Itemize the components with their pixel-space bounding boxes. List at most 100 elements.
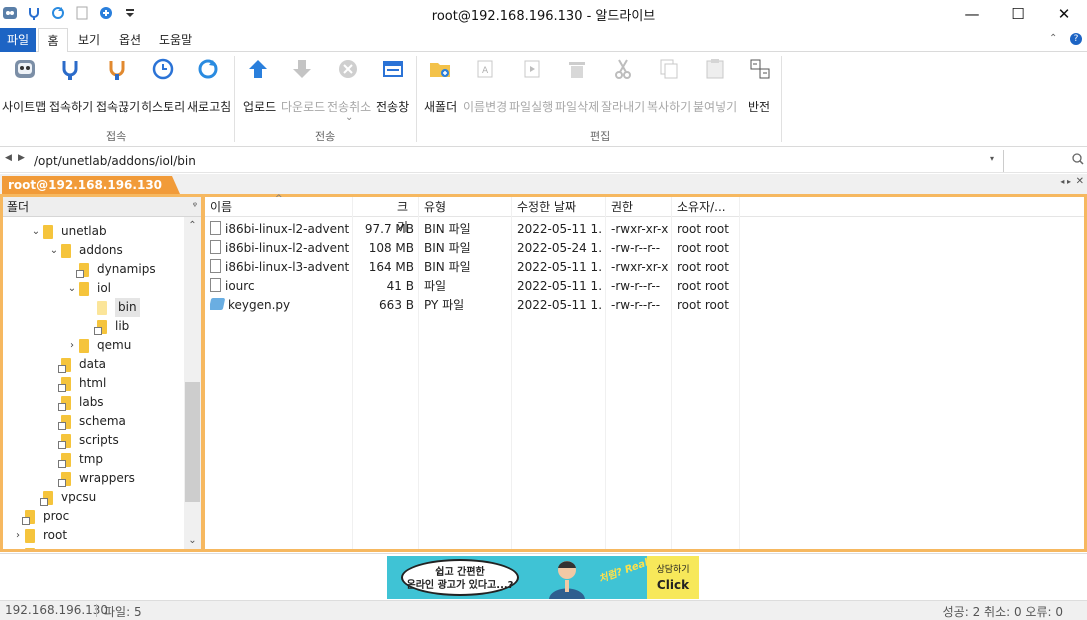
ad-banner[interactable]: 쉽고 간편한 온라인 광고가 있다고...? 처럼? Real? 상담하기 Cl… xyxy=(387,556,699,599)
cut-button[interactable]: 잘라내기 xyxy=(601,56,645,114)
pin-icon[interactable]: ᵠ xyxy=(193,197,197,217)
tree-node-labs[interactable]: labs xyxy=(47,393,104,412)
tree-node-unetlab[interactable]: ⌄ unetlab xyxy=(29,222,107,241)
tree-node-bin[interactable]: bin xyxy=(83,298,140,317)
column-name[interactable]: 이름 xyxy=(205,197,232,217)
collapse-ribbon-icon[interactable]: ⌃ xyxy=(1049,33,1057,44)
tree-scrollbar[interactable]: ⌃ ⌄ xyxy=(184,217,201,549)
file-permission: -rwxr-xr-x xyxy=(611,222,669,236)
delete-file-button[interactable]: 파일삭제 xyxy=(555,56,599,114)
ad-cta[interactable]: 상담하기 Click xyxy=(647,556,699,599)
paste-button[interactable]: 붙여넣기 xyxy=(693,56,737,114)
run-file-button[interactable]: 파일실행 xyxy=(509,56,553,114)
tab-scroll-icon[interactable]: ◂ ▸ xyxy=(1060,177,1071,186)
sitemap-icon xyxy=(12,56,38,82)
refresh-button[interactable]: 새로고침 xyxy=(187,56,231,114)
transfer-window-button[interactable]: 전송창 xyxy=(376,56,409,114)
tree-node-schema[interactable]: schema xyxy=(47,412,126,431)
tree-node-label: html xyxy=(79,376,107,390)
invert-selection-button[interactable]: 반전 xyxy=(747,56,773,114)
tree-node-root[interactable]: › root xyxy=(11,526,67,545)
history-button[interactable]: 히스토리 xyxy=(141,56,185,114)
tree-node-label: vpcsu xyxy=(61,490,97,504)
upload-button[interactable]: 업로드 xyxy=(243,56,276,114)
add-icon[interactable] xyxy=(98,5,114,21)
column-owner[interactable]: 소유자/... xyxy=(672,197,726,217)
tree-node-html[interactable]: html xyxy=(47,374,106,393)
tab-help[interactable]: 도움말 xyxy=(151,28,200,52)
python-file-icon xyxy=(210,298,226,310)
tree-node-dynamips[interactable]: dynamips xyxy=(65,260,156,279)
minimize-button[interactable]: — xyxy=(949,0,995,28)
rename-button[interactable]: A 이름변경 xyxy=(463,56,507,114)
group-label-edit: 편집 xyxy=(590,130,611,143)
file-row[interactable]: iourc 41 B 파일 2022-05-11 1... -rw-r--r-- root… xyxy=(205,277,740,296)
connect-button[interactable]: 접속하기 xyxy=(49,56,93,114)
new-folder-button[interactable]: 새폴더 xyxy=(424,56,457,114)
scroll-up-icon[interactable]: ⌃ xyxy=(184,217,201,234)
tree-node-scripts[interactable]: scripts xyxy=(47,431,119,450)
scroll-thumb[interactable] xyxy=(185,382,200,502)
session-tab[interactable]: root@192.168.196.130 xyxy=(2,176,181,194)
file-permission: -rw-r--r-- xyxy=(611,298,661,312)
paste-icon xyxy=(702,56,728,82)
file-row[interactable]: i86bi-linux-l3-advent... 164 MB BIN 파일 2022… xyxy=(205,258,740,277)
column-permission[interactable]: 권한 xyxy=(606,197,633,217)
close-button[interactable]: ✕ xyxy=(1041,0,1087,28)
file-name-cell: i86bi-linux-l2-advent... xyxy=(210,239,350,258)
refresh-icon[interactable] xyxy=(50,5,66,21)
tree-node-iol[interactable]: ⌄ iol xyxy=(65,279,111,298)
file-size: 663 B xyxy=(379,298,414,312)
search-input[interactable] xyxy=(1003,150,1087,172)
maximize-button[interactable]: ☐ xyxy=(995,0,1041,28)
scroll-down-icon[interactable]: ⌄ xyxy=(184,532,201,549)
tree-node-vpcsu[interactable]: vpcsu xyxy=(29,488,96,507)
sitemap-button[interactable]: 사이트맵 xyxy=(2,56,46,114)
tab-file[interactable]: 파일 xyxy=(0,28,36,52)
path-input[interactable]: /opt/unetlab/addons/iol/bin xyxy=(30,150,1000,172)
column-size[interactable]: 크기 xyxy=(392,197,415,234)
file-permission: -rw-r--r-- xyxy=(611,279,661,293)
tree-node-addons[interactable]: ⌄ addons xyxy=(47,241,123,260)
tree-node-lib[interactable]: lib xyxy=(83,317,129,336)
transfer-more-icon[interactable]: ⌄ xyxy=(345,112,353,123)
trash-icon xyxy=(564,56,590,82)
disconnect-button[interactable]: 접속끊기 xyxy=(96,56,140,114)
chevron-right-icon[interactable]: › xyxy=(11,526,25,545)
file-row[interactable]: i86bi-linux-l2-advent... 97.7 MB BIN 파일 202… xyxy=(205,220,740,239)
path-dropdown-icon[interactable]: ▾ xyxy=(990,154,994,163)
tree-node-tmp[interactable]: tmp xyxy=(47,450,103,469)
copy-button[interactable]: 복사하기 xyxy=(647,56,691,114)
tab-view[interactable]: 보기 xyxy=(70,28,108,52)
chevron-down-icon[interactable]: ⌄ xyxy=(65,279,79,298)
main-frame: 폴더 ᵠ ⌄ unetlab ⌄ addons dynamips ⌄ iol bin lib › q… xyxy=(0,194,1087,552)
column-type[interactable]: 유형 xyxy=(419,197,446,217)
new-folder-icon xyxy=(427,56,453,82)
tree-node-qemu[interactable]: › qemu xyxy=(65,336,131,355)
tree-node-data[interactable]: data xyxy=(47,355,106,374)
help-icon[interactable]: ? xyxy=(1070,33,1082,45)
file-row[interactable]: keygen.py 663 B PY 파일 2022-05-11 1... -rw-r-… xyxy=(205,296,740,315)
file-owner: root root xyxy=(677,241,729,255)
tree-node-proc[interactable]: proc xyxy=(11,507,69,526)
chevron-right-icon[interactable]: › xyxy=(65,336,79,355)
tab-options[interactable]: 옵션 xyxy=(111,28,149,52)
close-tab-icon[interactable]: ✕ xyxy=(1076,176,1084,187)
back-icon[interactable]: ◀ xyxy=(5,153,12,163)
app-icon[interactable] xyxy=(2,5,18,21)
tree-node-run[interactable]: run xyxy=(11,545,63,549)
connect-icon[interactable] xyxy=(26,5,42,21)
cancel-transfer-button[interactable]: 전송취소 xyxy=(327,56,371,114)
chevron-down-icon[interactable]: ⌄ xyxy=(47,241,61,260)
tree-node-wrappers[interactable]: wrappers xyxy=(47,469,135,488)
dropdown-icon[interactable] xyxy=(122,5,138,21)
file-row[interactable]: i86bi-linux-l2-advent... 108 MB BIN 파일 2022… xyxy=(205,239,740,258)
tree-node-label: addons xyxy=(79,243,123,257)
forward-icon[interactable]: ▶ xyxy=(18,153,25,163)
tab-home[interactable]: 홈 xyxy=(38,28,68,53)
new-doc-icon[interactable] xyxy=(74,5,90,21)
chevron-down-icon[interactable]: ⌄ xyxy=(29,222,43,241)
download-button[interactable]: 다운로드 xyxy=(281,56,325,114)
column-modified[interactable]: 수정한 날짜 xyxy=(512,197,576,217)
search-icon[interactable] xyxy=(1072,153,1084,168)
